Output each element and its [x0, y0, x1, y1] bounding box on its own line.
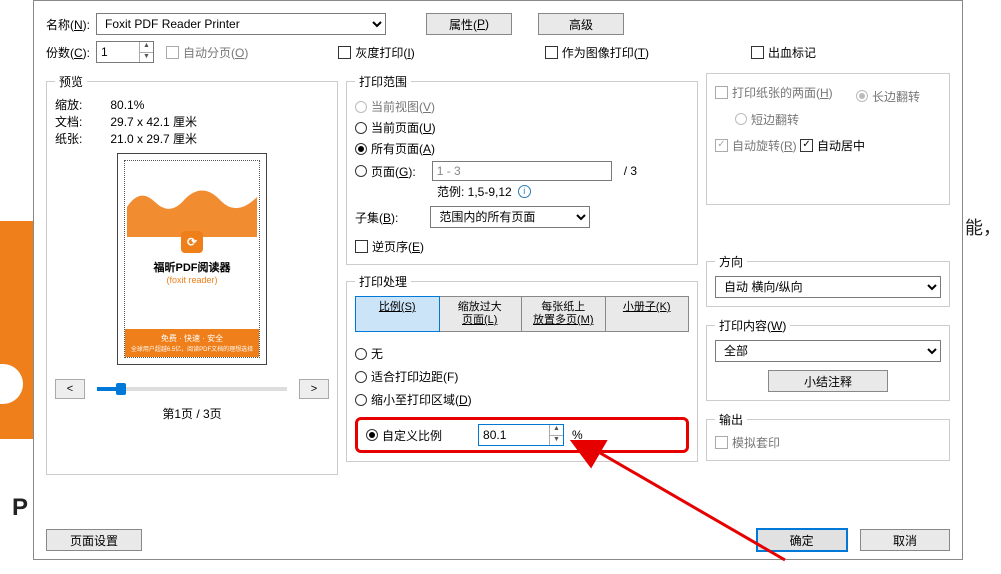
bleed-checkbox[interactable]: 出血标记: [751, 44, 816, 61]
tab-booklet[interactable]: 小册子(K): [606, 297, 689, 331]
prev-page-button[interactable]: <: [55, 379, 85, 399]
spin-up-icon[interactable]: ▲: [550, 425, 563, 436]
print-content-group: 打印内容(W) 全部 小结注释: [706, 317, 950, 401]
printer-select[interactable]: Foxit PDF Reader Printer: [96, 13, 386, 35]
copies-input[interactable]: ▲▼: [96, 41, 154, 63]
content-legend: 打印内容(W): [715, 317, 790, 334]
radio-pages[interactable]: 页面(G):: [355, 163, 416, 180]
radio-shrink[interactable]: 缩小至打印区域(D): [355, 391, 472, 408]
doc-label: 文档:: [55, 113, 110, 130]
content-select[interactable]: 全部: [715, 340, 941, 362]
zoom-value: 80.1%: [110, 96, 197, 113]
radio-none[interactable]: 无: [355, 345, 383, 362]
radio-all-pages[interactable]: 所有页面(A): [355, 140, 435, 157]
copies-label: 份数(C):: [46, 44, 90, 61]
preview-thumbnail: ⟳ 福昕PDF阅读器 (foxit reader) 免费 · 快速 · 安全 全…: [117, 153, 267, 365]
radio-fit[interactable]: 适合打印边距(F): [355, 368, 458, 385]
paper-value: 21.0 x 29.7 厘米: [110, 130, 197, 147]
collate-checkbox: 自动分页(O): [166, 44, 248, 61]
overprint-checkbox: 模拟套印: [715, 434, 780, 451]
range-legend: 打印范围: [355, 73, 411, 90]
spin-up-icon[interactable]: ▲: [140, 42, 153, 53]
preview-small: 全球用户超越6.5亿，阅读PDF文档的理想选择: [127, 344, 257, 353]
subset-select[interactable]: 范围内的所有页面: [430, 206, 590, 228]
print-handling-group: 打印处理 比例(S) 缩放过大页面(L) 每张纸上放置多页(M) 小册子(K) …: [346, 273, 698, 462]
duplex-checkbox: 打印纸张的两面(H): [715, 84, 833, 101]
print-dialog: 名称(N): Foxit PDF Reader Printer 属性(P) 高级…: [33, 0, 963, 560]
preview-sub: (foxit reader): [166, 275, 217, 285]
page-slider[interactable]: [97, 387, 287, 391]
advanced-button[interactable]: 高级: [538, 13, 624, 35]
reverse-order-checkbox[interactable]: 逆页序(E): [355, 238, 424, 255]
tab-tile[interactable]: 缩放过大页面(L): [439, 297, 523, 331]
custom-scale-input[interactable]: ▲▼: [478, 424, 564, 446]
print-range-group: 打印范围 当前视图(V) 当前页面(U) 所有页面(A) 页面(G):: [346, 73, 698, 265]
grayscale-checkbox[interactable]: 灰度打印(I): [338, 44, 414, 61]
spin-down-icon[interactable]: ▼: [140, 53, 153, 63]
handling-tabs: 比例(S) 缩放过大页面(L) 每张纸上放置多页(M) 小册子(K): [355, 296, 689, 332]
preview-group: 预览 缩放: 80.1% 文档: 29.7 x 42.1 厘米 纸张: 21.0…: [46, 73, 338, 475]
ok-button[interactable]: 确定: [757, 529, 847, 551]
preview-legend: 预览: [55, 73, 87, 90]
radio-custom-scale[interactable]: 自定义比例: [366, 427, 442, 444]
zoom-label: 缩放:: [55, 96, 110, 113]
cancel-button[interactable]: 取消: [860, 529, 950, 551]
printer-name-label: 名称(N):: [46, 16, 90, 33]
info-icon[interactable]: i: [518, 185, 531, 198]
tab-multi[interactable]: 每张纸上放置多页(M): [522, 297, 606, 331]
next-page-button[interactable]: >: [299, 379, 329, 399]
radio-current-view: 当前视图(V): [355, 98, 435, 115]
bg-text: 能，: [965, 214, 1001, 240]
output-group: 输出 模拟套印: [706, 411, 950, 461]
preview-tag: 免费 · 快速 · 安全: [127, 333, 257, 344]
page-setup-button[interactable]: 页面设置: [46, 529, 142, 551]
output-legend: 输出: [715, 411, 747, 428]
print-as-image-checkbox[interactable]: 作为图像打印(T): [545, 44, 649, 61]
orientation-legend: 方向: [715, 253, 747, 270]
autocenter-checkbox[interactable]: ✓ 自动居中: [800, 137, 865, 154]
orientation-group: 方向 自动 横向/纵向: [706, 253, 950, 307]
pages-input[interactable]: [432, 161, 612, 181]
radio-short-edge: 短边翻转: [735, 111, 799, 128]
radio-long-edge: 长边翻转: [856, 88, 920, 105]
doc-value: 29.7 x 42.1 厘米: [110, 113, 197, 130]
range-example: 范例: 1,5-9,12: [437, 183, 512, 200]
subset-label: 子集(B):: [355, 209, 398, 226]
preview-title: 福昕PDF阅读器: [154, 259, 231, 275]
bg-letter: P: [12, 494, 28, 522]
properties-button[interactable]: 属性(P): [426, 13, 512, 35]
percent-label: %: [572, 428, 583, 442]
summarize-comments-button[interactable]: 小结注释: [768, 370, 888, 392]
custom-scale-highlight: 自定义比例 ▲▼ %: [355, 417, 689, 453]
foxit-logo-icon: ⟳: [187, 235, 197, 249]
orientation-select[interactable]: 自动 横向/纵向: [715, 276, 941, 298]
tab-scale[interactable]: 比例(S): [355, 296, 440, 332]
page-indicator: 第1页 / 3页: [55, 405, 329, 422]
handling-legend: 打印处理: [355, 273, 411, 290]
autorotate-checkbox: ✓ 自动旋转(R): [715, 137, 797, 154]
paper-label: 纸张:: [55, 130, 110, 147]
spin-down-icon[interactable]: ▼: [550, 436, 563, 446]
pages-total: / 3: [624, 164, 637, 178]
radio-current-page[interactable]: 当前页面(U): [355, 119, 436, 136]
duplex-group: 打印纸张的两面(H) 长边翻转 短边翻转 ✓ 自动旋转(R) ✓ 自动居中: [706, 73, 950, 205]
